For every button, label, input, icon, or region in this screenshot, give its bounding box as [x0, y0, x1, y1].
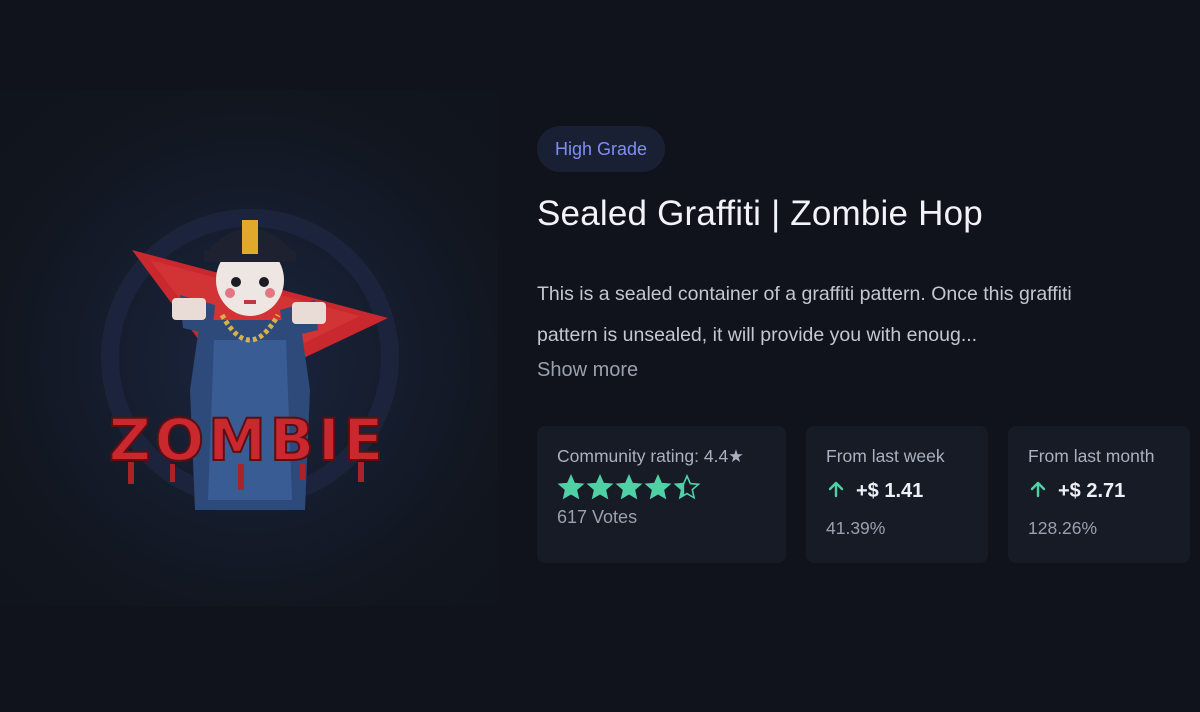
star-icon: [673, 474, 701, 500]
star-icon: [586, 474, 614, 500]
last-month-percent: 128.26%: [1028, 518, 1098, 538]
last-month-card: From last month +$ 2.71 128.26%: [1008, 426, 1190, 563]
item-description: This is a sealed container of a graffiti…: [537, 283, 1072, 346]
votes-count: 617 Votes: [557, 507, 638, 527]
show-more-link[interactable]: Show more: [537, 359, 638, 382]
item-info: High Grade Sealed Graffiti | Zombie Hop …: [537, 126, 1200, 382]
star-icon: [615, 474, 643, 500]
star-icon: [644, 474, 672, 500]
grade-badge: High Grade: [537, 126, 666, 172]
arrow-up-icon: [1028, 479, 1048, 504]
star-icon: [557, 474, 585, 500]
last-month-change: +$ 2.71: [1058, 480, 1126, 502]
item-title: Sealed Graffiti | Zombie Hop: [537, 194, 983, 233]
star-rating: [557, 473, 766, 503]
last-week-change: +$ 1.41: [856, 480, 924, 502]
last-month-label: From last month: [1028, 446, 1155, 466]
rating-label: Community rating: 4.4★: [557, 446, 744, 466]
last-week-card: From last week +$ 1.41 41.39%: [806, 426, 988, 563]
zombie-logo-text: ZOMBIE: [109, 406, 388, 474]
item-page: ZOMBIE High Grade Sealed Graffiti | Zomb…: [0, 0, 1200, 712]
community-rating-card: Community rating: 4.4★ 617 Votes: [537, 426, 786, 563]
arrow-up-icon: [826, 479, 846, 504]
last-week-percent: 41.39%: [826, 518, 886, 538]
last-week-label: From last week: [826, 446, 945, 466]
zombie-graffiti-artwork: ZOMBIE: [101, 209, 399, 510]
item-image: ZOMBIE: [0, 90, 498, 606]
